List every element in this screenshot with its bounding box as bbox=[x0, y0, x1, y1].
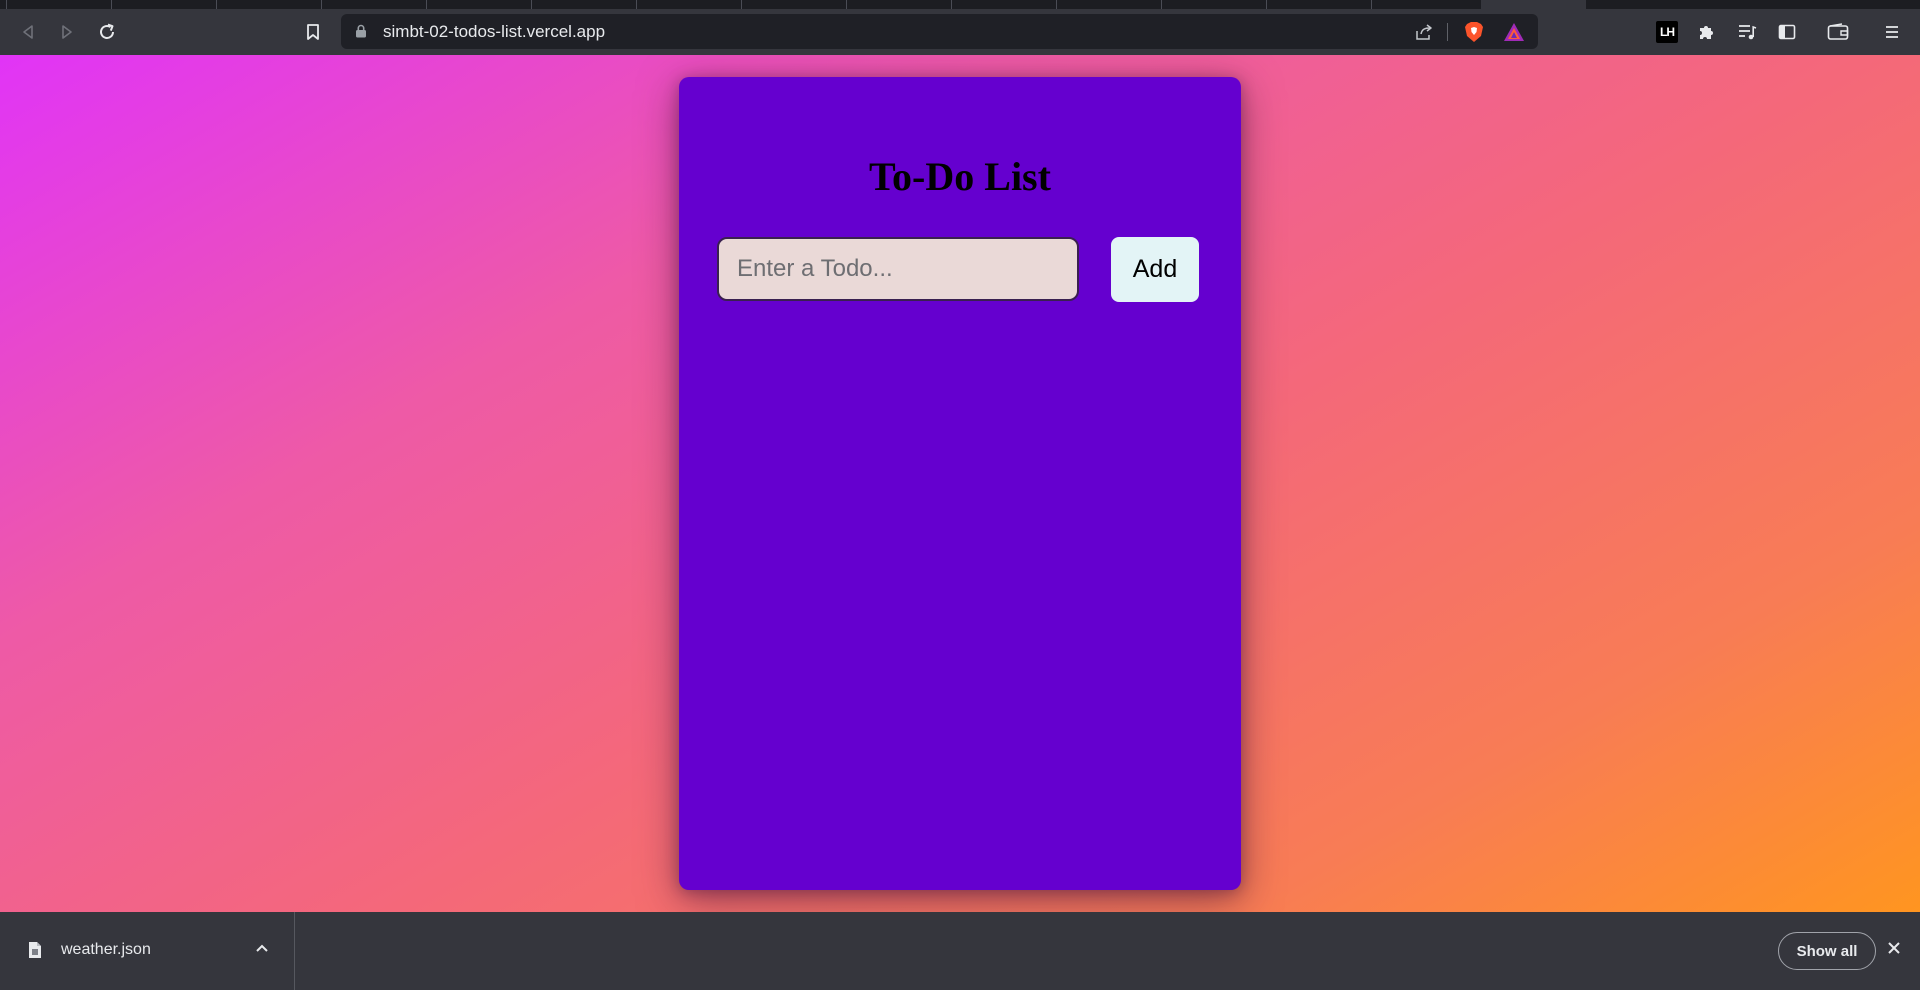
puzzle-icon[interactable] bbox=[1690, 16, 1722, 48]
close-icon[interactable] bbox=[1886, 940, 1902, 961]
bookmark-icon[interactable] bbox=[297, 16, 329, 48]
browser-tab[interactable] bbox=[111, 0, 217, 9]
todo-card: To-Do List Add bbox=[679, 77, 1241, 890]
page-viewport: To-Do List Add bbox=[0, 55, 1920, 912]
todo-input[interactable] bbox=[717, 237, 1079, 301]
share-icon[interactable] bbox=[1412, 20, 1436, 44]
add-button[interactable]: Add bbox=[1111, 237, 1199, 302]
browser-tab[interactable] bbox=[1056, 0, 1162, 9]
chevron-up-icon[interactable] bbox=[255, 941, 269, 960]
sidebar-icon[interactable] bbox=[1771, 16, 1803, 48]
browser-tab-active[interactable] bbox=[1481, 0, 1586, 9]
brave-shield-icon[interactable] bbox=[1462, 20, 1486, 44]
browser-tab[interactable] bbox=[951, 0, 1057, 9]
divider bbox=[1447, 23, 1448, 41]
browser-tab[interactable] bbox=[741, 0, 847, 9]
file-icon bbox=[28, 941, 42, 964]
lighthouse-badge: LH bbox=[1656, 21, 1678, 43]
browser-tab[interactable] bbox=[6, 0, 112, 9]
browser-tab[interactable] bbox=[216, 0, 322, 9]
browser-tab[interactable] bbox=[636, 0, 742, 9]
url-text[interactable]: simbt-02-todos-list.vercel.app bbox=[383, 22, 605, 42]
page-title: To-Do List bbox=[869, 154, 1051, 199]
back-icon[interactable] bbox=[12, 16, 44, 48]
tab-strip bbox=[0, 0, 1920, 9]
browser-tab[interactable] bbox=[531, 0, 637, 9]
download-filename[interactable]: weather.json bbox=[61, 941, 151, 959]
browser-tab[interactable] bbox=[321, 0, 427, 9]
browser-tab[interactable] bbox=[846, 0, 952, 9]
wallet-icon[interactable] bbox=[1822, 16, 1854, 48]
playlist-icon[interactable] bbox=[1731, 16, 1763, 48]
download-item[interactable]: weather.json bbox=[0, 912, 295, 990]
address-bar[interactable]: simbt-02-todos-list.vercel.app bbox=[341, 14, 1538, 49]
browser-tab[interactable] bbox=[426, 0, 532, 9]
browser-tab[interactable] bbox=[1161, 0, 1267, 9]
reload-icon[interactable] bbox=[91, 16, 123, 48]
forward-icon[interactable] bbox=[51, 16, 83, 48]
show-all-button[interactable]: Show all bbox=[1778, 932, 1876, 970]
lock-icon[interactable] bbox=[355, 24, 367, 43]
lighthouse-extension-icon[interactable]: LH bbox=[1651, 16, 1683, 48]
download-shelf: weather.json Show all bbox=[0, 912, 1920, 990]
brave-rewards-icon[interactable] bbox=[1502, 20, 1526, 44]
browser-tab[interactable] bbox=[1371, 0, 1482, 9]
browser-toolbar: simbt-02-todos-list.vercel.app LH bbox=[0, 9, 1920, 55]
hamburger-menu-icon[interactable] bbox=[1876, 16, 1908, 48]
browser-tab[interactable] bbox=[1266, 0, 1372, 9]
